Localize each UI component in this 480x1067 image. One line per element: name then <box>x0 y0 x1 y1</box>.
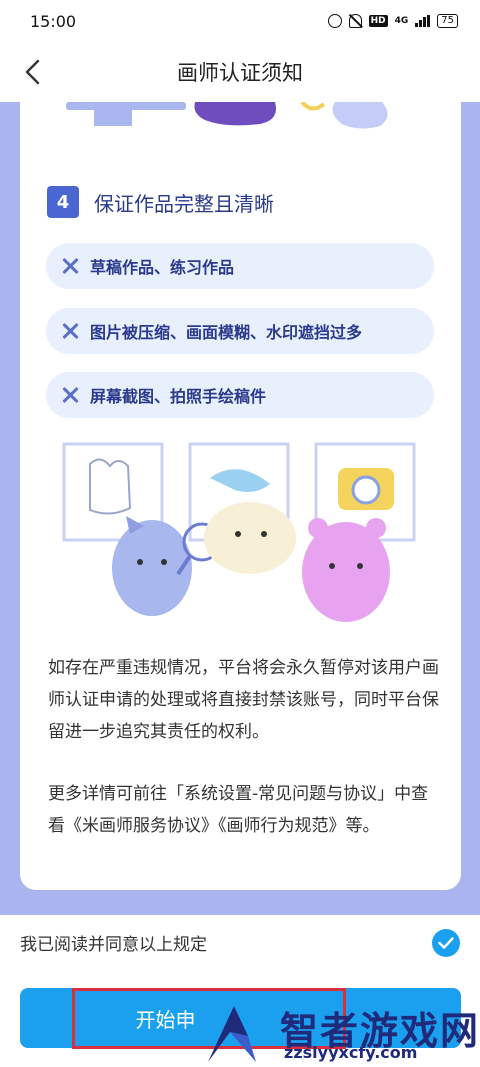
agreement-checkbox[interactable] <box>432 928 460 957</box>
battery-icon: 75 <box>437 14 458 28</box>
content-card: 4 保证作品完整且清晰 草稿作品、练习作品 图片被压缩、画面模糊、水印遮挡过多 … <box>20 102 461 890</box>
mascot-illustration <box>62 442 416 622</box>
back-button[interactable] <box>14 54 50 90</box>
alarm-icon <box>327 14 342 28</box>
cross-icon <box>60 385 80 405</box>
network-type: 4G <box>394 15 409 26</box>
status-icons: HD 4G 75 <box>327 14 458 28</box>
app-header: 画师认证须知 <box>0 42 480 102</box>
chevron-left-icon <box>25 59 40 85</box>
rule-item-label: 屏幕截图、拍照手绘稿件 <box>90 387 267 406</box>
agreement-label: 我已阅读并同意以上规定 <box>20 935 207 955</box>
rule-item: 草稿作品、练习作品 <box>46 243 434 289</box>
section-title: 保证作品完整且清晰 <box>94 192 274 216</box>
agreement-row[interactable]: 我已阅读并同意以上规定 <box>0 915 480 970</box>
hd-icon: HD <box>368 15 388 27</box>
rule-item: 图片被压缩、画面模糊、水印遮挡过多 <box>46 308 434 354</box>
rule-item-label: 图片被压缩、画面模糊、水印遮挡过多 <box>90 323 363 342</box>
signal-icon <box>415 15 431 27</box>
rule-item-label: 草稿作品、练习作品 <box>90 258 235 277</box>
checkmark-icon <box>438 936 454 949</box>
watermark: 智者游戏网 zzslyyxcfy.com <box>200 1000 480 1067</box>
rule-item: 屏幕截图、拍照手绘稿件 <box>46 372 434 418</box>
details-paragraph: 更多详情可前往「系统设置-常见问题与协议」中查看《米画师服务协议》《画师行为规范… <box>48 784 429 836</box>
watermark-url: zzslyyxcfy.com <box>284 1043 418 1062</box>
section-number-badge: 4 <box>47 186 79 218</box>
page-title: 画师认证须知 <box>177 61 303 85</box>
mute-bell-icon <box>348 14 362 28</box>
violation-paragraph: 如存在严重违规情况，平台将会永久暂停对该用户画师认证申请的处理或将直接封禁该账号… <box>48 658 439 742</box>
top-illustration-fragment <box>66 102 388 129</box>
status-time: 15:00 <box>30 11 77 31</box>
cross-icon <box>60 256 80 276</box>
watermark-logo-icon <box>208 1006 256 1062</box>
cross-icon <box>60 321 80 341</box>
status-bar: 15:00 HD 4G 75 <box>0 0 480 42</box>
